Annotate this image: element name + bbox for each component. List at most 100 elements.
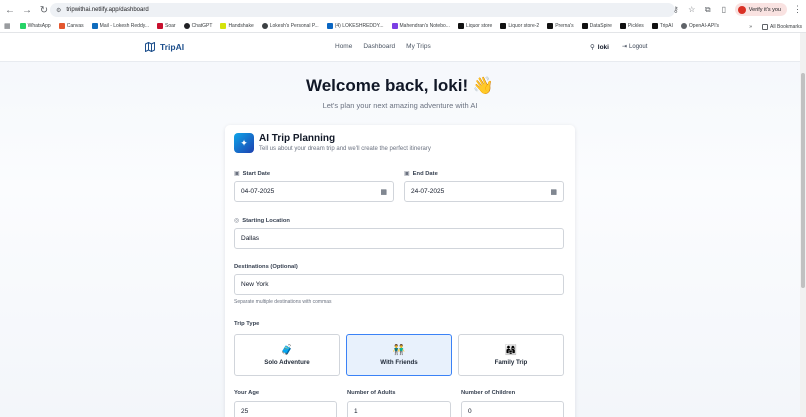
destinations-hint: Separate multiple destinations with comm… — [234, 299, 332, 305]
bookmark-item[interactable]: TripAI — [651, 23, 673, 29]
bookmark-item[interactable]: Prerna's — [547, 23, 574, 29]
bookmark-star-icon[interactable]: ☆ — [687, 5, 697, 14]
extensions-icon[interactable]: ⧉ — [703, 5, 713, 15]
nav-link-home[interactable]: Home — [335, 43, 352, 50]
starting-location-value: Dallas — [241, 235, 260, 242]
label-text: Destinations (Optional) — [234, 264, 298, 270]
bookmark-item[interactable]: WhatsApp — [19, 23, 51, 29]
more-bookmarks-icon[interactable]: » — [749, 24, 752, 30]
soar-icon — [157, 23, 164, 29]
age-value: 25 — [241, 408, 249, 415]
reload-icon[interactable]: ↻ — [37, 3, 51, 17]
whatsapp-icon — [19, 23, 26, 29]
start-date-value: 04-07-2025 — [241, 188, 275, 195]
bookmark-label: TripAI — [659, 23, 673, 29]
starting-location-input[interactable]: Dallas — [234, 228, 564, 249]
page-scrollbar[interactable] — [800, 33, 806, 417]
trip-type-friends[interactable]: 👬 With Friends — [346, 334, 452, 376]
destinations-input[interactable]: New York — [234, 274, 564, 295]
bookmark-item[interactable]: Canvas — [58, 23, 84, 29]
bookmark-item[interactable]: ChatGPT — [183, 23, 213, 29]
bookmark-item[interactable]: DataSpire — [581, 23, 612, 29]
app-navbar: TripAI Home Dashboard My Trips ⚲ loki ⇥ … — [0, 33, 800, 62]
destinations-value: New York — [241, 281, 269, 288]
page-title: Welcome back, loki! 👋 — [305, 76, 495, 95]
calendar-picker-icon[interactable]: ▦ — [380, 188, 387, 196]
folder-icon — [762, 23, 769, 30]
bookmark-favicon — [581, 23, 588, 29]
browser-menu-icon[interactable]: ⋮ — [793, 4, 802, 15]
calendar-picker-icon[interactable]: ▦ — [550, 188, 557, 196]
password-key-icon[interactable]: ⚷ — [671, 5, 681, 14]
bookmark-favicon — [547, 23, 554, 29]
bookmark-item[interactable]: Handshake — [220, 23, 254, 29]
verify-button[interactable]: Verify it's you — [734, 3, 787, 16]
url-text: tripwithai.netlify.app/dashboard — [66, 7, 149, 13]
bookmark-label: Mail - Lokesh Reddy... — [99, 23, 150, 29]
bookmark-item[interactable]: Pickles — [619, 23, 644, 29]
address-bar[interactable]: ⚙ tripwithai.netlify.app/dashboard — [50, 3, 675, 17]
apps-grid-icon[interactable]: ▦ — [4, 22, 11, 30]
trip-type-family[interactable]: 👨‍👩‍👧 Family Trip — [458, 334, 564, 376]
bookmark-item[interactable]: Mail - Lokesh Reddy... — [91, 23, 150, 29]
nav-link-dashboard[interactable]: Dashboard — [363, 43, 395, 50]
globe-icon — [261, 23, 268, 29]
all-bookmarks-button[interactable]: All Bookmarks — [762, 23, 802, 30]
trip-type-label-text: With Friends — [380, 358, 418, 366]
bookmark-item[interactable]: Liquor store — [457, 23, 492, 29]
start-date-input[interactable]: 04-07-2025 ▦ — [234, 181, 394, 202]
label-text: Your Age — [234, 390, 260, 396]
canvas-icon — [58, 23, 65, 29]
logout-button[interactable]: ⇥ Logout — [622, 43, 648, 51]
back-icon[interactable]: ← — [3, 3, 17, 17]
bookmark-label: Canvas — [66, 23, 84, 29]
bookmark-item[interactable]: Mahendran's Notebo... — [391, 23, 450, 29]
logo-text: TripAI — [160, 42, 185, 52]
bookmark-label: Pickles — [627, 23, 644, 29]
handshake-icon — [220, 23, 227, 29]
chatgpt-icon — [183, 23, 190, 29]
age-input[interactable]: 25 — [234, 401, 337, 417]
nav-link-my-trips[interactable]: My Trips — [406, 43, 431, 50]
bookmark-favicon — [500, 23, 507, 29]
adults-input[interactable]: 1 — [347, 401, 451, 417]
sparkles-icon: ✦ — [234, 133, 254, 153]
label-text: End Date — [412, 170, 438, 177]
children-input[interactable]: 0 — [461, 401, 564, 417]
user-menu[interactable]: ⚲ loki — [590, 43, 609, 52]
forward-icon[interactable]: → — [20, 3, 34, 17]
calendar-icon: ▣ — [404, 171, 410, 177]
logout-label: Logout — [629, 43, 648, 50]
scrollbar-thumb[interactable] — [801, 73, 805, 288]
trip-type-label-text: Family Trip — [494, 358, 528, 366]
bookmark-label: ChatGPT — [191, 23, 213, 29]
map-icon — [145, 42, 155, 52]
bookmark-item[interactable]: (4) LOKESHREDDY... — [326, 23, 384, 29]
form-title: AI Trip Planning — [259, 133, 336, 144]
bookmark-favicon — [457, 23, 464, 29]
logo[interactable]: TripAI — [144, 41, 184, 53]
split-view-icon[interactable]: ▯ — [719, 5, 729, 14]
children-value: 0 — [468, 408, 472, 415]
site-info-icon[interactable]: ⚙ — [56, 7, 61, 14]
bookmark-item[interactable]: OpenAI-API's — [680, 23, 720, 29]
trip-type-solo[interactable]: 🧳 Solo Adventure — [234, 334, 340, 376]
luggage-icon: 🧳 — [280, 344, 294, 356]
openai-icon — [680, 23, 687, 29]
page-subtitle: Let's plan your next amazing adventure w… — [322, 101, 478, 110]
bookmark-item[interactable]: Soar — [157, 23, 176, 29]
label-text: Number of Children — [461, 390, 516, 396]
all-bookmarks-label: All Bookmarks — [770, 23, 802, 30]
start-date-label: ▣ Start Date — [234, 170, 270, 178]
trip-type-label-text: Solo Adventure — [264, 358, 310, 366]
end-date-input[interactable]: 24-07-2025 ▦ — [404, 181, 564, 202]
end-date-label: ▣ End Date — [404, 170, 438, 178]
end-date-value: 24-07-2025 — [411, 188, 445, 195]
bookmark-item[interactable]: Liquor store-2 — [500, 23, 539, 29]
calendar-icon: ▣ — [234, 171, 240, 177]
bookmarks-bar: ▦ WhatsApp Canvas Mail - Lokesh Reddy...… — [0, 20, 806, 33]
bookmark-label: WhatsApp — [27, 23, 51, 29]
bookmark-label: OpenAI-API's — [688, 23, 720, 29]
bookmark-label: Prerna's — [555, 23, 574, 29]
bookmark-item[interactable]: Lokesh's Personal P... — [261, 23, 319, 29]
